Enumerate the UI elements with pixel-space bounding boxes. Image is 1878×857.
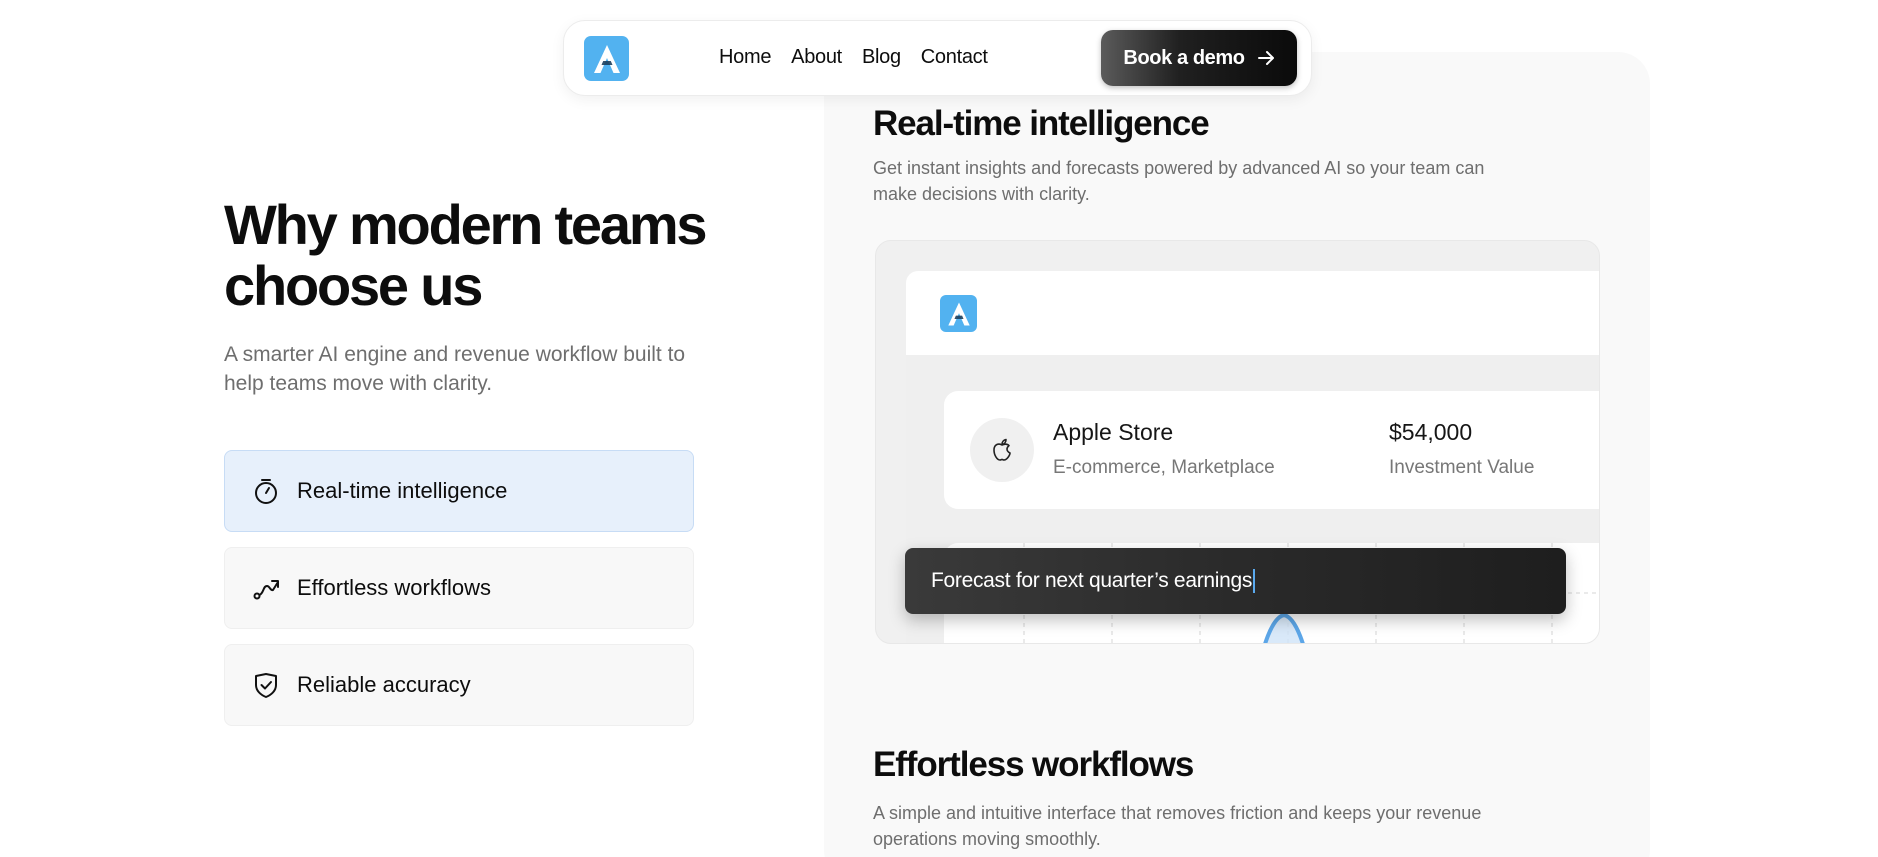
mockup-logo-icon — [940, 295, 977, 332]
section-desc-workflows: A simple and intuitive interface that re… — [873, 803, 1482, 849]
page-title: Why modern teams choose us — [224, 193, 708, 317]
section-title-workflows: Effortless workflows — [873, 745, 1194, 784]
text-caret — [1253, 569, 1256, 593]
investment-value-label: Investment Value — [1389, 457, 1535, 478]
nav-link-home[interactable]: Home — [719, 46, 771, 69]
stopwatch-icon — [255, 479, 277, 504]
prompt-text: Forecast for next quarter’s earnings — [931, 569, 1253, 592]
forecast-area — [1265, 615, 1303, 643]
book-demo-label: Book a demo — [1123, 46, 1245, 69]
feature-label: Effortless workflows — [297, 575, 491, 600]
shield-check-icon — [255, 673, 277, 698]
page-subtitle: A smarter AI engine and revenue workflow… — [224, 343, 686, 395]
arrow-right-icon — [1257, 51, 1274, 65]
ai-prompt-input[interactable]: Forecast for next quarter’s earnings — [905, 548, 1566, 614]
mockup-header — [906, 271, 1599, 355]
store-name: Apple Store — [1053, 419, 1174, 445]
feature-tab-real-time-intelligence[interactable]: Real-time intelligence — [224, 450, 694, 532]
top-navbar: Home About Blog Contact Book a demo — [563, 20, 1312, 96]
nav-link-contact[interactable]: Contact — [921, 46, 988, 69]
route-arrow-icon — [253, 580, 279, 600]
nav-link-blog[interactable]: Blog — [862, 46, 901, 69]
nav-links: Home About Blog Contact — [719, 46, 988, 69]
book-demo-button[interactable]: Book a demo — [1101, 30, 1297, 86]
apple-icon — [970, 418, 1034, 482]
section-desc-real-time: Get instant insights and forecasts power… — [873, 158, 1485, 204]
feature-label: Reliable accuracy — [297, 672, 471, 697]
feature-tab-effortless-workflows[interactable]: Effortless workflows — [224, 547, 694, 629]
feature-label: Real-time intelligence — [297, 478, 508, 503]
section-title-real-time: Real-time intelligence — [873, 104, 1210, 143]
nav-link-about[interactable]: About — [791, 46, 842, 69]
investment-value: $54,000 — [1389, 419, 1473, 445]
brand-logo-icon[interactable] — [584, 36, 629, 81]
store-card[interactable]: Apple Store E-commerce, Marketplace $54,… — [944, 391, 1599, 509]
feature-tab-reliable-accuracy[interactable]: Reliable accuracy — [224, 644, 694, 726]
store-category: E-commerce, Marketplace — [1053, 457, 1275, 478]
